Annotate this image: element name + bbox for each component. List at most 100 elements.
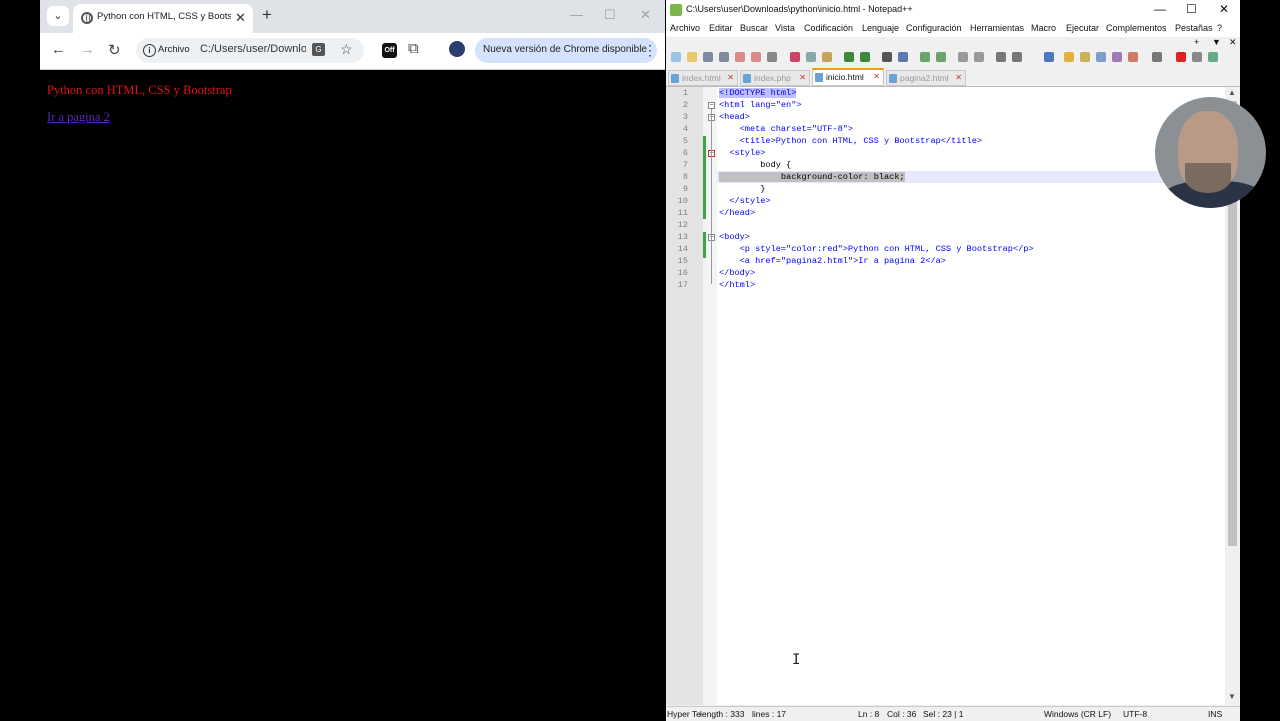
menu-buscar[interactable]: Buscar [740,23,768,33]
code-line-4: <meta charset="UTF-8"> [719,124,854,134]
zoom-in-icon[interactable] [920,52,930,62]
undo-icon[interactable] [844,52,854,62]
udl-icon[interactable] [1064,52,1074,62]
status-eol: Windows (CR LF) [1044,709,1112,719]
status-col: Col : 36 [887,709,917,719]
record-icon[interactable] [1176,52,1186,62]
profile-avatar[interactable] [449,41,465,57]
save-all-icon[interactable] [719,52,729,62]
word-wrap-icon[interactable] [996,52,1006,62]
tab-close-icon[interactable]: ✕ [873,72,880,81]
new-tab-button[interactable]: + [262,5,272,25]
cut-icon[interactable] [790,52,800,62]
reload-button[interactable]: ↻ [108,41,121,59]
tab-close-icon[interactable]: ✕ [955,73,962,82]
npp-dropdown-icon[interactable]: ▼ [1212,37,1221,47]
webcam-overlay [1155,97,1266,208]
close-window-button[interactable]: ✕ [640,7,651,23]
npp-tab-index-php[interactable]: index.php ✕ [740,70,810,86]
npp-tab-label: pagina2.html [900,73,949,83]
replace-icon[interactable] [898,52,908,62]
line-number: 16 [677,268,688,278]
tab-close-icon[interactable]: ✕ [235,10,246,26]
print-icon[interactable] [767,52,777,62]
info-icon[interactable]: i [143,44,156,57]
npp-tab-label: inicio.html [826,72,864,82]
save-icon[interactable] [703,52,713,62]
redo-icon[interactable] [860,52,870,62]
show-all-chars-icon[interactable] [1012,52,1022,62]
url-text[interactable]: C:/Users/user/Downloads/python/inicio.ht… [200,43,306,55]
menu-help[interactable]: ? [1217,23,1222,33]
fold-toggle-icon[interactable]: − [708,102,715,109]
extensions-puzzle-icon[interactable]: ⧉ [408,40,419,57]
chrome-tab-active[interactable]: Python con HTML, CSS y Bootstrap ✕ [73,4,253,33]
code-line-6: <style> [719,148,766,158]
npp-maximize-button[interactable]: ☐ [1186,2,1197,16]
back-button[interactable]: ← [51,41,66,58]
address-bar[interactable]: i Archivo C:/Users/user/Downloads/python… [136,38,364,63]
open-file-icon[interactable] [687,52,697,62]
menu-pestanas[interactable]: Pestañas [1175,23,1213,33]
npp-tab-pagina2-html[interactable]: pagina2.html ✕ [886,70,966,86]
new-file-icon[interactable] [671,52,681,62]
code-editor[interactable]: 1 2 3 4 5 6 7 8 9 10 11 12 13 14 15 16 1… [666,87,1240,705]
code-line-13: <body> [719,232,750,242]
code-line-8: background-color: black; [719,172,905,182]
code-line-2: <html lang="en"> [719,100,802,110]
menu-archivo[interactable]: Archivo [670,23,700,33]
code-text: <!DOCTYPE html> [719,88,797,98]
indent-guide-icon[interactable] [1044,52,1054,62]
status-lines: lines : 17 [752,709,787,719]
minimize-button[interactable]: — [570,7,583,22]
change-marker [703,136,706,219]
npp-tab-inicio-html[interactable]: inicio.html ✕ [812,68,884,86]
playback-icon[interactable] [1208,52,1218,62]
line-number: 5 [682,136,688,146]
translate-icon[interactable]: G [312,43,325,56]
npp-add-button[interactable]: + [1194,37,1199,47]
copy-icon[interactable] [806,52,816,62]
menu-complementos[interactable]: Complementos [1106,23,1167,33]
stop-icon[interactable] [1192,52,1202,62]
kebab-menu-icon[interactable]: ⋮ [643,42,657,59]
npp-tab-index-html[interactable]: index.html ✕ [668,70,738,86]
scroll-up-icon[interactable]: ▲ [1228,88,1236,97]
tab-search-button[interactable]: ⌄ [47,6,69,26]
record-macro-icon[interactable] [1152,52,1162,62]
menu-lenguaje[interactable]: Lenguaje [862,23,899,33]
forward-button[interactable]: → [80,41,95,58]
sync-h-icon[interactable] [974,52,984,62]
folder-workspace-icon[interactable] [1112,52,1122,62]
line-number: 3 [682,112,688,122]
paste-icon[interactable] [822,52,832,62]
tab-close-icon[interactable]: ✕ [727,73,734,82]
func-list-icon[interactable] [1096,52,1106,62]
status-sel: Sel : 23 | 1 [923,709,964,719]
chrome-update-button[interactable]: Nueva versión de Chrome disponible ⋮ [475,38,657,63]
close-file-icon[interactable] [735,52,745,62]
page-link[interactable]: Ir a pagina 2 [47,110,110,125]
scroll-down-icon[interactable]: ▼ [1228,692,1236,701]
menu-herramientas[interactable]: Herramientas [970,23,1024,33]
monitor-icon[interactable] [1128,52,1138,62]
menu-codificacion[interactable]: Codificación [804,23,853,33]
line-number: 15 [677,256,688,266]
zoom-out-icon[interactable] [936,52,946,62]
extension-off-icon[interactable]: Off [382,43,397,58]
menu-configuracion[interactable]: Configuración [906,23,962,33]
close-all-icon[interactable] [751,52,761,62]
menu-vista[interactable]: Vista [775,23,795,33]
maximize-button[interactable]: ☐ [604,7,616,23]
menu-editar[interactable]: Editar [709,23,733,33]
menu-macro[interactable]: Macro [1031,23,1056,33]
find-icon[interactable] [882,52,892,62]
doc-map-icon[interactable] [1080,52,1090,62]
menu-ejecutar[interactable]: Ejecutar [1066,23,1099,33]
npp-minimize-button[interactable]: — [1154,2,1166,16]
code-line-11: </head> [719,208,756,218]
bookmark-star-icon[interactable]: ☆ [340,41,353,58]
sync-v-icon[interactable] [958,52,968,62]
tab-close-icon[interactable]: ✕ [799,73,806,82]
npp-close-button[interactable]: ✕ [1219,2,1229,16]
